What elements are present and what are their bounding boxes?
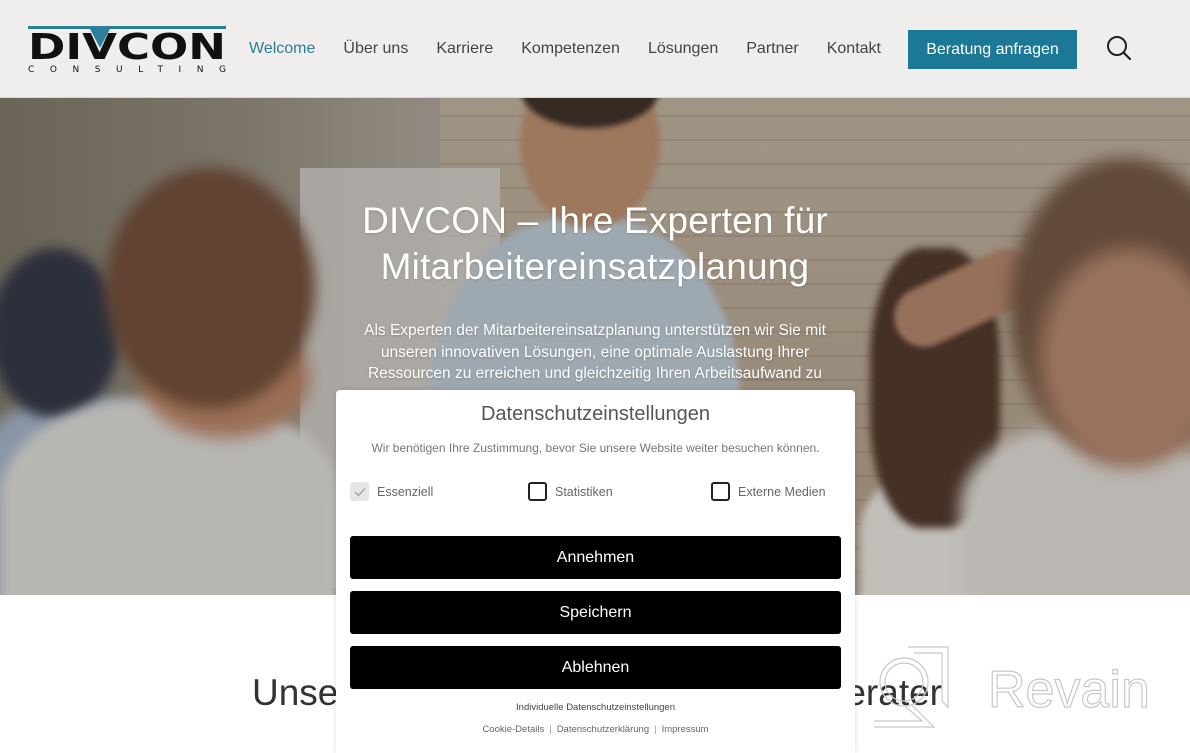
checkbox-statistiken-label: Statistiken xyxy=(555,484,613,499)
hero-title-line-1: DIVCON – Ihre Experten für xyxy=(362,200,828,241)
main-nav: Welcome Über uns Karriere Kompetenzen Lö… xyxy=(249,40,909,58)
section-heading-left: Unse xyxy=(252,672,339,713)
nav-karriere[interactable]: Karriere xyxy=(436,40,493,58)
checkbox-externe-medien[interactable]: Externe Medien xyxy=(711,482,826,501)
nav-kompetenzen[interactable]: Kompetenzen xyxy=(521,40,620,58)
checkbox-statistiken[interactable]: Statistiken xyxy=(528,482,613,501)
hero-title-line-2: Mitarbeitereinsatzplanung xyxy=(380,246,810,287)
checkbox-statistiken-box[interactable] xyxy=(528,482,547,501)
hero-title: DIVCON – Ihre Experten für Mitarbeiterei… xyxy=(300,198,890,290)
individual-privacy-settings-link[interactable]: Individuelle Datenschutzeinstellungen xyxy=(336,702,855,713)
imprint-link[interactable]: Impressum xyxy=(662,724,709,735)
nav-kontakt[interactable]: Kontakt xyxy=(827,40,881,58)
privacy-policy-link[interactable]: Datenschutzerklärung xyxy=(557,724,649,735)
consent-title: Datenschutzeinstellungen xyxy=(480,403,711,425)
check-icon xyxy=(353,487,366,497)
checkbox-externe-medien-label: Externe Medien xyxy=(738,484,826,499)
consent-footer-links: Cookie-Details | Datenschutzerklärung | Impr… xyxy=(336,724,855,735)
search-button[interactable] xyxy=(1105,34,1133,62)
nav-welcome[interactable]: Welcome xyxy=(249,40,315,58)
checkbox-essenziell-box[interactable] xyxy=(350,482,369,501)
nav-partner[interactable]: Partner xyxy=(746,40,798,58)
nav-loesungen[interactable]: Lösungen xyxy=(648,40,718,58)
site-header: DIVCON CONSULTING Welcome Über uns Karri… xyxy=(0,0,1190,98)
link-separator: | xyxy=(549,724,552,735)
link-separator: | xyxy=(654,724,657,735)
logo-main-text: DIVCON xyxy=(28,27,226,68)
hero-description: Als Experten der Mitarbeitereinsatzplanu… xyxy=(364,322,826,382)
section-heading-right: erater xyxy=(845,672,942,713)
checkbox-essenziell[interactable]: Essenziell xyxy=(350,482,433,501)
cookie-details-link[interactable]: Cookie-Details xyxy=(482,724,544,735)
save-button[interactable]: Speichern xyxy=(350,591,841,634)
beratung-anfragen-button[interactable]: Beratung anfragen xyxy=(908,30,1077,69)
checkbox-essenziell-label: Essenziell xyxy=(377,484,434,499)
accept-button[interactable]: Annehmen xyxy=(350,536,841,579)
revain-watermark-text: Revain xyxy=(988,661,1150,719)
consent-description: Wir benötigen Ihre Zustimmung, bevor Sie… xyxy=(371,441,820,455)
search-icon xyxy=(1107,36,1132,61)
consent-options: Essenziell Statistiken Externe Medien xyxy=(350,482,828,504)
checkbox-externe-medien-box[interactable] xyxy=(711,482,730,501)
nav-ueber-uns[interactable]: Über uns xyxy=(343,40,408,58)
privacy-consent-dialog: Datenschutzeinstellungen Wir benötigen I… xyxy=(336,390,855,753)
divcon-logo[interactable]: DIVCON CONSULTING xyxy=(28,26,228,74)
reject-button[interactable]: Ablehnen xyxy=(350,646,841,689)
